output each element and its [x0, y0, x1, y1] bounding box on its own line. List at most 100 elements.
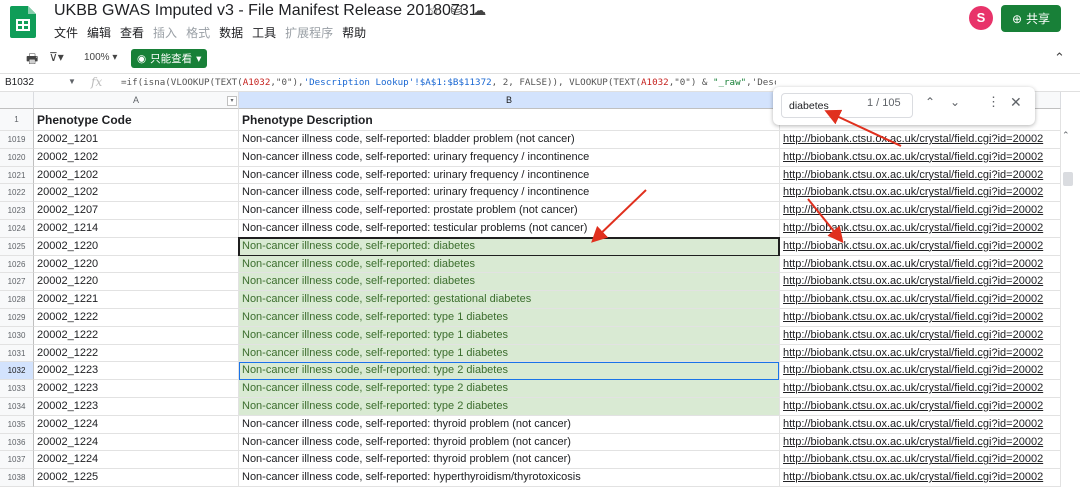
row-number[interactable]: 1022 [0, 184, 34, 203]
cloud-status-icon[interactable]: ☁ [472, 2, 486, 19]
table-cell-b[interactable]: Non-cancer illness code, self-reported: … [239, 131, 780, 149]
collapse-menus-icon[interactable]: ⌃ [1054, 50, 1065, 66]
share-button[interactable]: ⊕ 共享 [1001, 5, 1061, 32]
view-mode-button[interactable]: ◉ 只能查看 ▾ [131, 49, 208, 68]
avatar[interactable]: S [969, 6, 993, 30]
vertical-scrollbar-thumb[interactable] [1063, 172, 1073, 186]
row-number[interactable]: 1020 [0, 148, 34, 167]
row-number[interactable]: 1032 [0, 362, 34, 381]
column-header-b[interactable]: B [239, 92, 780, 109]
table-cell-b[interactable]: Non-cancer illness code, self-reported: … [239, 291, 780, 309]
print-icon[interactable]: 🖶 [26, 50, 38, 72]
table-cell-b[interactable]: Non-cancer illness code, self-reported: … [239, 380, 780, 398]
menu-item[interactable]: 扩展程序 [285, 24, 333, 41]
table-cell-a[interactable]: 20002_1223 [34, 362, 239, 381]
table-cell-a[interactable]: 20002_1223 [34, 380, 239, 398]
table-cell-b[interactable]: Non-cancer illness code, self-reported: … [239, 309, 780, 327]
close-icon[interactable]: ✕ [1010, 94, 1022, 111]
table-cell-a[interactable]: 20002_1202 [34, 184, 239, 203]
row-number[interactable]: 1033 [0, 380, 34, 398]
table-cell-a[interactable]: 20002_1224 [34, 433, 239, 452]
table-cell-a[interactable]: 20002_1222 [34, 344, 239, 363]
row-number[interactable]: 1024 [0, 220, 34, 238]
row-number[interactable]: 1031 [0, 344, 34, 363]
table-cell-b[interactable]: Non-cancer illness code, self-reported: … [239, 415, 780, 434]
table-cell-c[interactable]: http://biobank.ctsu.ox.ac.uk/crystal/fie… [780, 202, 1061, 220]
scroll-up-icon[interactable]: ⌃ [1062, 130, 1070, 141]
table-cell-c[interactable]: http://biobank.ctsu.ox.ac.uk/crystal/fie… [780, 362, 1061, 381]
row-number[interactable]: 1019 [0, 131, 34, 149]
row-number[interactable]: 1026 [0, 255, 34, 274]
row-number[interactable]: 1025 [0, 237, 34, 256]
table-cell-b[interactable]: Non-cancer illness code, self-reported: … [239, 326, 780, 345]
table-cell-c[interactable]: http://biobank.ctsu.ox.ac.uk/crystal/fie… [780, 469, 1061, 487]
table-cell-a[interactable]: 20002_1202 [34, 148, 239, 167]
table-cell-a[interactable]: 20002_1207 [34, 202, 239, 220]
menu-item[interactable]: 帮助 [342, 24, 366, 41]
table-cell-b[interactable]: Non-cancer illness code, self-reported: … [239, 433, 780, 452]
row-number[interactable]: 1034 [0, 398, 34, 416]
table-cell-b[interactable]: Non-cancer illness code, self-reported: … [239, 451, 780, 470]
spreadsheet-grid[interactable]: A ▾ B C 1Phenotype CodePhenotype Descrip… [0, 92, 1080, 492]
table-cell-a[interactable]: 20002_1214 [34, 220, 239, 238]
table-cell-c[interactable]: http://biobank.ctsu.ox.ac.uk/crystal/fie… [780, 344, 1061, 363]
drive-move-icon[interactable]: ⛁ [451, 2, 463, 19]
previous-match-icon[interactable]: ⌃ [925, 95, 935, 109]
table-cell-c[interactable]: http://biobank.ctsu.ox.ac.uk/crystal/fie… [780, 148, 1061, 167]
table-cell-b[interactable]: Non-cancer illness code, self-reported: … [239, 237, 780, 256]
table-cell-c[interactable]: http://biobank.ctsu.ox.ac.uk/crystal/fie… [780, 398, 1061, 416]
row-number[interactable]: 1021 [0, 166, 34, 185]
menu-item[interactable]: 编辑 [87, 24, 111, 41]
menu-item[interactable]: 数据 [219, 24, 243, 41]
table-cell-b[interactable]: Non-cancer illness code, self-reported: … [239, 184, 780, 203]
table-cell-c[interactable]: http://biobank.ctsu.ox.ac.uk/crystal/fie… [780, 237, 1061, 256]
table-cell-a[interactable]: 20002_1202 [34, 166, 239, 185]
row-number[interactable]: 1030 [0, 326, 34, 345]
row-number[interactable]: 1029 [0, 309, 34, 327]
name-box-dropdown-icon[interactable]: ▼ [68, 77, 76, 86]
table-cell-a[interactable]: 20002_1201 [34, 131, 239, 149]
menu-item[interactable]: 查看 [120, 24, 144, 41]
table-cell-a[interactable]: 20002_1224 [34, 451, 239, 470]
table-cell-c[interactable]: http://biobank.ctsu.ox.ac.uk/crystal/fie… [780, 380, 1061, 398]
table-cell-c[interactable]: http://biobank.ctsu.ox.ac.uk/crystal/fie… [780, 131, 1061, 149]
menu-item[interactable]: 工具 [252, 24, 276, 41]
more-options-icon[interactable]: ⋮ [987, 94, 1000, 110]
table-cell-c[interactable]: http://biobank.ctsu.ox.ac.uk/crystal/fie… [780, 255, 1061, 274]
table-cell-a[interactable]: 20002_1220 [34, 255, 239, 274]
table-cell-b[interactable]: Non-cancer illness code, self-reported: … [239, 273, 780, 292]
header-cell-a[interactable]: Phenotype Code [34, 109, 239, 131]
table-cell-c[interactable]: http://biobank.ctsu.ox.ac.uk/crystal/fie… [780, 433, 1061, 452]
table-cell-b[interactable]: Non-cancer illness code, self-reported: … [239, 202, 780, 220]
table-cell-c[interactable]: http://biobank.ctsu.ox.ac.uk/crystal/fie… [780, 415, 1061, 434]
table-cell-b[interactable]: Non-cancer illness code, self-reported: … [239, 398, 780, 416]
table-cell-c[interactable]: http://biobank.ctsu.ox.ac.uk/crystal/fie… [780, 166, 1061, 185]
table-cell-a[interactable]: 20002_1225 [34, 469, 239, 487]
column-header-a[interactable]: A [34, 92, 239, 109]
next-match-icon[interactable]: ⌄ [950, 95, 960, 109]
menu-item[interactable]: 插入 [153, 24, 177, 41]
row-number[interactable]: 1028 [0, 291, 34, 309]
table-cell-b[interactable]: Non-cancer illness code, self-reported: … [239, 255, 780, 274]
row-number[interactable]: 1035 [0, 415, 34, 434]
formula-input[interactable]: =if(isna(VLOOKUP(TEXT(A1032,"0"),'Descri… [121, 77, 776, 88]
table-cell-a[interactable]: 20002_1224 [34, 415, 239, 434]
menu-item[interactable]: 文件 [54, 24, 78, 41]
zoom-select[interactable]: 100% ▾ [84, 52, 117, 63]
row-number[interactable]: 1037 [0, 451, 34, 470]
filter-icon[interactable]: ⊽▾ [49, 50, 64, 64]
row-number[interactable]: 1 [0, 109, 34, 131]
select-all-corner[interactable] [0, 92, 34, 109]
table-cell-c[interactable]: http://biobank.ctsu.ox.ac.uk/crystal/fie… [780, 184, 1061, 203]
table-cell-a[interactable]: 20002_1222 [34, 326, 239, 345]
table-cell-a[interactable]: 20002_1221 [34, 291, 239, 309]
table-cell-a[interactable]: 20002_1222 [34, 309, 239, 327]
table-cell-a[interactable]: 20002_1223 [34, 398, 239, 416]
table-cell-a[interactable]: 20002_1220 [34, 273, 239, 292]
table-cell-c[interactable]: http://biobank.ctsu.ox.ac.uk/crystal/fie… [780, 220, 1061, 238]
row-number[interactable]: 1027 [0, 273, 34, 292]
row-number[interactable]: 1036 [0, 433, 34, 452]
table-cell-c[interactable]: http://biobank.ctsu.ox.ac.uk/crystal/fie… [780, 309, 1061, 327]
table-cell-c[interactable]: http://biobank.ctsu.ox.ac.uk/crystal/fie… [780, 326, 1061, 345]
row-number[interactable]: 1038 [0, 469, 34, 487]
